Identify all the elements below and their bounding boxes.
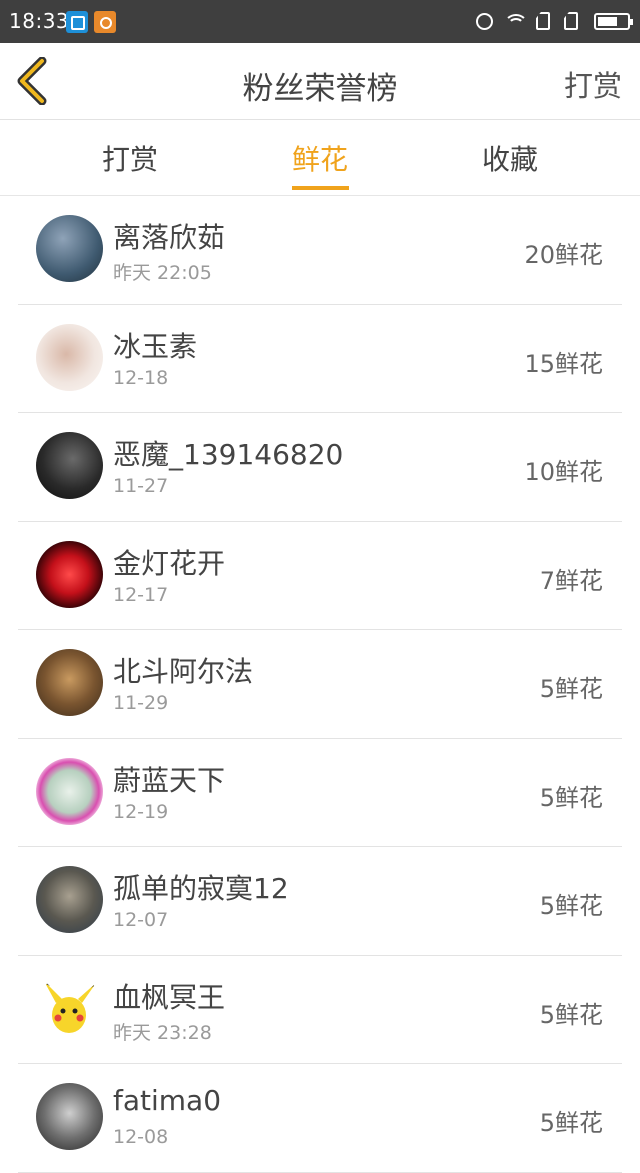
sim-card-icon xyxy=(564,12,578,30)
avatar xyxy=(36,974,103,1042)
flower-count: 10鲜花 xyxy=(524,458,603,486)
fan-date: 12-17 xyxy=(113,583,169,606)
avatar xyxy=(36,1083,103,1150)
list-item[interactable]: 蔚蓝天下 12-19 5鲜花 xyxy=(0,739,640,848)
fan-date: 12-08 xyxy=(113,1126,169,1148)
tab-collect[interactable]: 收藏 xyxy=(430,138,590,178)
fan-name: 冰玉素 xyxy=(113,329,198,363)
tab-reward[interactable]: 打赏 xyxy=(50,138,210,178)
battery-icon xyxy=(594,13,633,30)
fan-name: 北斗阿尔法 xyxy=(113,655,254,688)
flower-count: 15鲜花 xyxy=(524,349,603,378)
tab-bar: 打赏 鲜花 收藏 xyxy=(0,120,640,196)
tab-flowers[interactable]: 鲜花 xyxy=(240,138,400,178)
fan-date: 12-18 xyxy=(113,366,169,389)
list-item[interactable]: 恶魔_139146820 11-27 10鲜花 xyxy=(0,413,640,522)
flower-count: 5鲜花 xyxy=(539,1000,603,1029)
flower-count: 20鲜花 xyxy=(524,241,603,269)
flower-count: 5鲜花 xyxy=(539,675,603,703)
fan-name: 蔚蓝天下 xyxy=(113,763,226,797)
flower-count: 7鲜花 xyxy=(539,566,603,595)
fan-date: 11-27 xyxy=(113,475,169,497)
screenshot-icon xyxy=(66,11,88,33)
list-item[interactable]: 北斗阿尔法 11-29 5鲜花 xyxy=(0,630,640,739)
fan-date: 12-19 xyxy=(113,800,169,823)
fan-name: 血枫冥王 xyxy=(113,980,226,1014)
header: 粉丝荣誉榜 打赏 xyxy=(0,43,640,120)
avatar xyxy=(36,540,103,608)
flower-count: 5鲜花 xyxy=(539,892,603,920)
list-item[interactable]: 血枫冥王 昨天 23:28 5鲜花 xyxy=(0,956,640,1065)
status-time: 18:33 xyxy=(9,9,70,33)
fan-list: 离落欣茹 昨天 22:05 20鲜花 冰玉素 12-18 15鲜花 恶魔_139… xyxy=(0,196,640,1173)
fan-date: 昨天 22:05 xyxy=(113,262,212,284)
pikachu-icon xyxy=(44,980,96,1033)
flower-count: 5鲜花 xyxy=(539,783,603,812)
sim-card-icon xyxy=(536,12,550,30)
list-item[interactable]: 孤单的寂寞12 12-07 5鲜花 xyxy=(0,847,640,956)
wifi-icon xyxy=(505,12,527,30)
reward-button[interactable]: 打赏 xyxy=(564,63,622,105)
fan-name: fatima0 xyxy=(113,1084,222,1117)
fan-name: 恶魔_139146820 xyxy=(113,438,344,471)
avatar xyxy=(36,757,103,825)
avatar xyxy=(36,649,103,716)
fan-name: 离落欣茹 xyxy=(113,221,226,254)
avatar xyxy=(36,432,103,499)
page-title: 粉丝荣誉榜 xyxy=(242,71,398,107)
flower-count: 5鲜花 xyxy=(539,1109,603,1137)
avatar xyxy=(36,866,103,933)
avatar xyxy=(36,215,103,282)
status-bar: 18:33 xyxy=(0,0,640,43)
list-item[interactable]: 冰玉素 12-18 15鲜花 xyxy=(0,305,640,414)
list-item[interactable]: 金灯花开 12-17 7鲜花 xyxy=(0,522,640,631)
fan-date: 昨天 23:28 xyxy=(113,1021,212,1044)
alarm-icon xyxy=(476,13,493,30)
fan-date: 11-29 xyxy=(113,692,169,714)
list-item[interactable]: fatima0 12-08 5鲜花 xyxy=(0,1064,640,1173)
list-item[interactable]: 离落欣茹 昨天 22:05 20鲜花 xyxy=(0,196,640,305)
app-notification-icon xyxy=(94,11,116,33)
fan-name: 孤单的寂寞12 xyxy=(113,872,289,905)
avatar xyxy=(36,323,103,391)
active-tab-indicator xyxy=(292,186,349,190)
fan-name: 金灯花开 xyxy=(113,546,226,580)
fan-date: 12-07 xyxy=(113,909,169,931)
